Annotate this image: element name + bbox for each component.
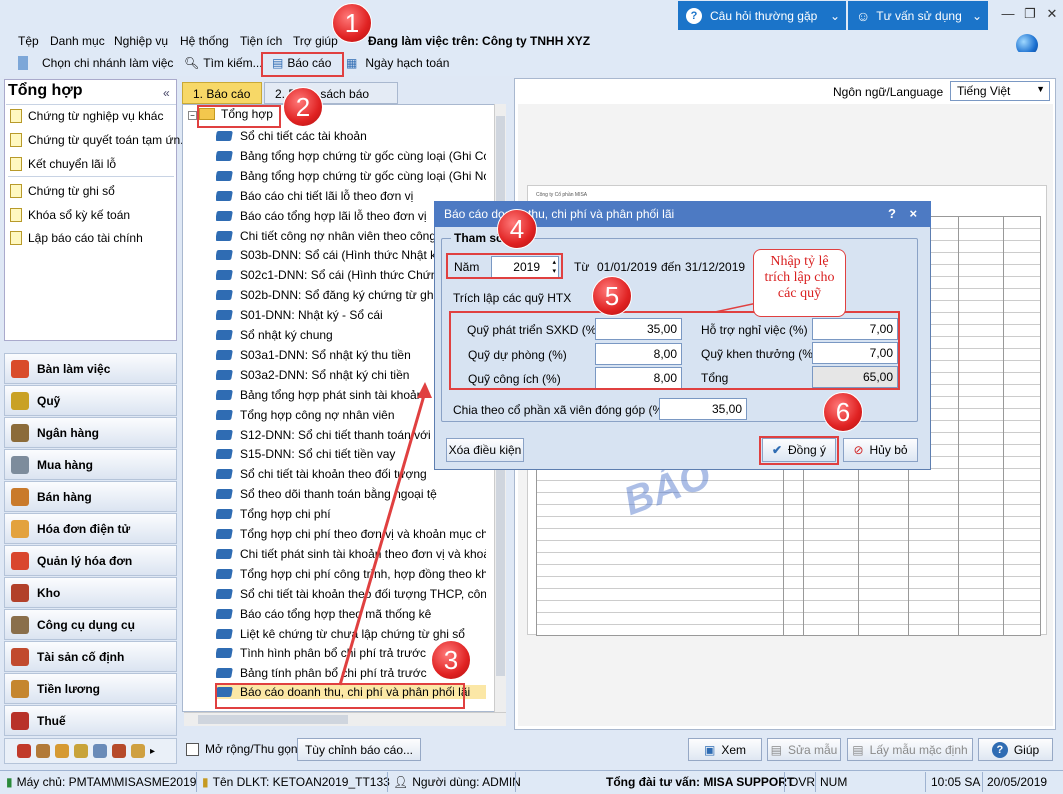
arrow-head	[417, 382, 432, 398]
arrow-line	[338, 391, 427, 686]
step-marker: 4	[497, 209, 537, 249]
annotation-callout: Nhập tỷ lệ trích lập cho các quỹ	[753, 249, 846, 317]
annotation-arrows	[338, 296, 786, 686]
step-marker: 3	[431, 640, 471, 680]
step-marker: 1	[332, 3, 372, 43]
step-marker: 5	[592, 276, 632, 316]
step-marker: 2	[283, 87, 323, 127]
step-marker: 6	[823, 392, 863, 432]
